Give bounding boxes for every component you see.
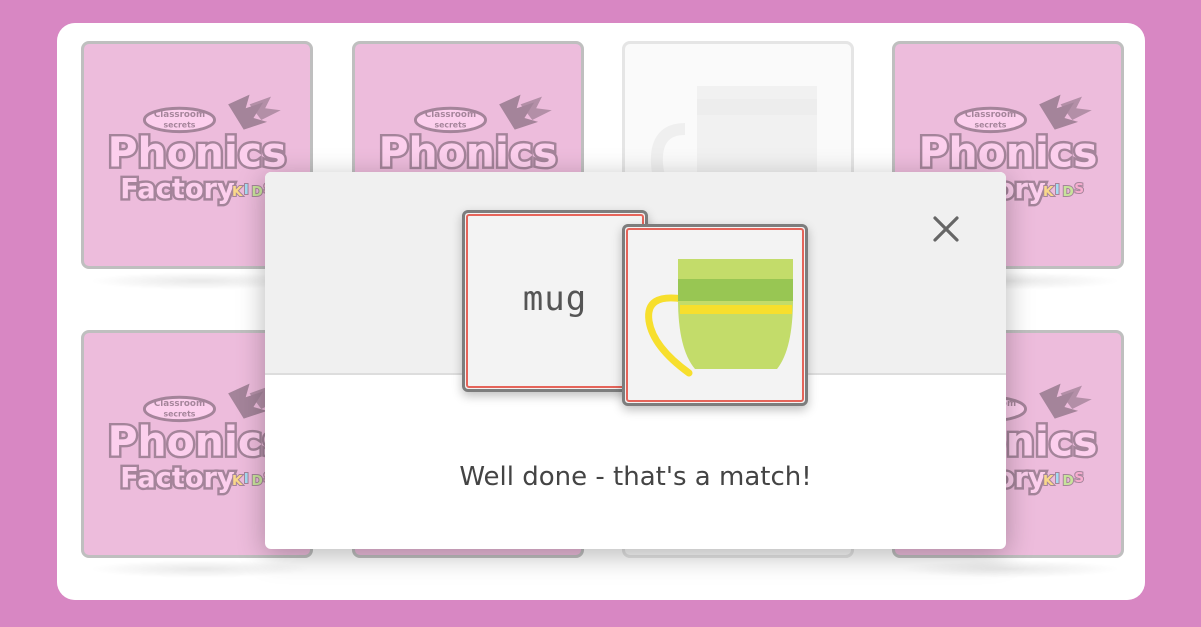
word-card: mug <box>462 210 648 392</box>
match-message: Well done - that's a match! <box>459 462 812 492</box>
mug-icon <box>645 259 793 377</box>
picture-card <box>622 224 808 406</box>
card-word: mug <box>522 279 588 319</box>
close-icon <box>933 216 959 242</box>
match-dialog: mug Well done - that's a match! <box>265 172 1006 549</box>
close-button[interactable] <box>929 212 963 246</box>
